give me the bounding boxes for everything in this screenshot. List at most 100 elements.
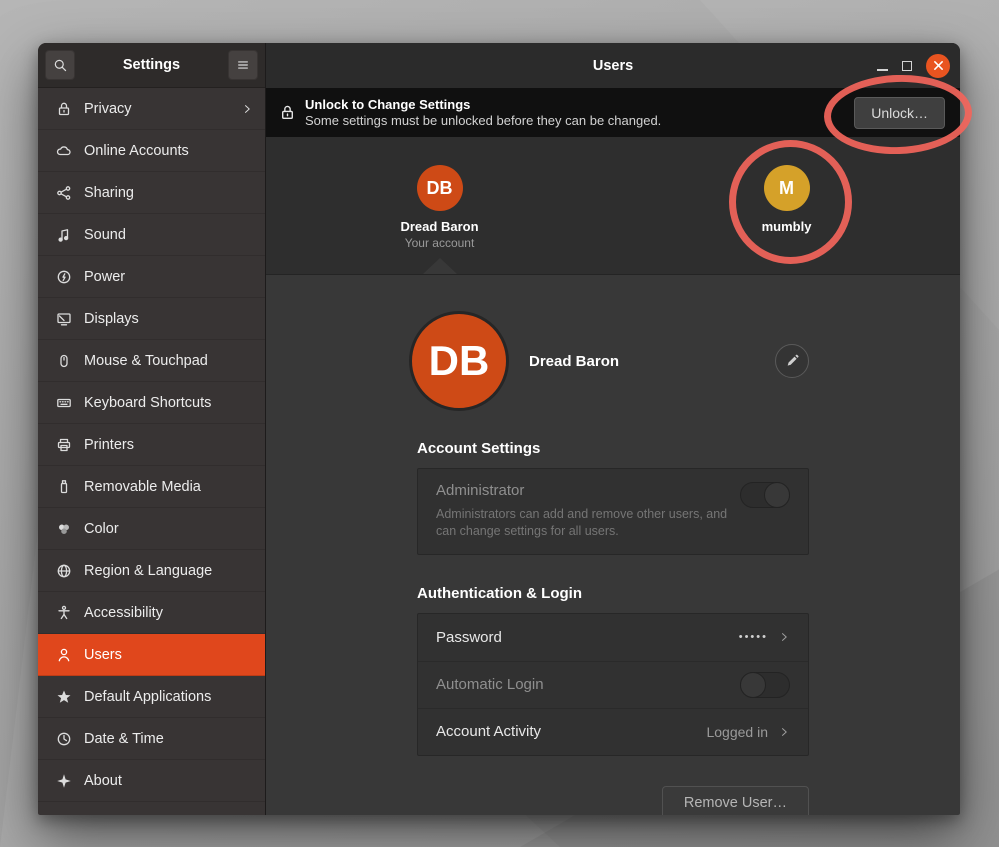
administrator-label: Administrator: [436, 482, 790, 499]
printer-icon: [56, 437, 72, 453]
sidebar: Settings Privacy Online Accounts S: [38, 43, 266, 815]
star-icon: [56, 689, 72, 705]
sidebar-item-label: Online Accounts: [84, 143, 253, 159]
clock-icon: [56, 731, 72, 747]
sidebar-item-label: Displays: [84, 311, 253, 327]
sidebar-item-accessibility[interactable]: Accessibility: [38, 592, 265, 634]
auth-login-card: Password ••••• Automatic Login Account A…: [417, 613, 809, 756]
close-button[interactable]: [926, 54, 950, 78]
account-activity-label: Account Activity: [436, 723, 706, 740]
profile-name: Dread Baron: [529, 353, 619, 370]
keyboard-icon: [56, 395, 72, 411]
automatic-login-row: Automatic Login: [418, 661, 808, 708]
administrator-description: Administrators can add and remove other …: [436, 506, 736, 540]
sidebar-item-label: Color: [84, 521, 253, 537]
maximize-button[interactable]: [902, 61, 912, 71]
auth-login-heading: Authentication & Login: [417, 585, 809, 602]
content-pane: Users Unlock to Change Settings Some set…: [266, 43, 960, 815]
profile-row: DB Dread Baron: [417, 311, 809, 411]
sidebar-item-label: About: [84, 773, 253, 789]
menu-button[interactable]: [228, 50, 258, 80]
administrator-toggle[interactable]: [740, 482, 790, 508]
sidebar-title: Settings: [123, 57, 180, 73]
settings-window: Settings Privacy Online Accounts S: [38, 43, 960, 815]
chevron-right-icon: [778, 631, 790, 643]
chevron-right-icon: [241, 103, 253, 115]
display-icon: [56, 311, 72, 327]
hamburger-icon: [236, 58, 250, 72]
sparkle-icon: [56, 773, 72, 789]
sidebar-item-label: Sharing: [84, 185, 253, 201]
sidebar-item-sound[interactable]: Sound: [38, 214, 265, 256]
unlock-banner-title: Unlock to Change Settings: [305, 97, 854, 112]
selected-user-arrow: [423, 258, 457, 274]
minimize-button[interactable]: [877, 60, 888, 71]
globe-icon: [56, 563, 72, 579]
sidebar-item-label: Users: [84, 647, 253, 663]
sidebar-item-privacy[interactable]: Privacy: [38, 88, 265, 130]
music-note-icon: [56, 227, 72, 243]
carousel-user-subtitle: Your account: [405, 236, 475, 250]
carousel-user-mumbly[interactable]: M mumbly: [613, 137, 960, 274]
administrator-row: Administrator Administrators can add and…: [418, 469, 808, 554]
account-activity-row[interactable]: Account Activity Logged in: [418, 708, 808, 755]
automatic-login-label: Automatic Login: [436, 676, 740, 693]
carousel-user-dread-baron[interactable]: DB Dread Baron Your account: [266, 137, 613, 274]
users-icon: [56, 647, 72, 663]
power-icon: [56, 269, 72, 285]
sidebar-item-label: Default Applications: [84, 689, 253, 705]
close-icon: [933, 60, 944, 71]
sidebar-list: Privacy Online Accounts Sharing Sound: [38, 88, 265, 815]
sidebar-item-label: Mouse & Touchpad: [84, 353, 253, 369]
automatic-login-toggle[interactable]: [740, 672, 790, 698]
sidebar-item-displays[interactable]: Displays: [38, 298, 265, 340]
unlock-banner-text: Unlock to Change Settings Some settings …: [305, 97, 854, 128]
unlock-button[interactable]: Unlock…: [854, 97, 945, 129]
search-button[interactable]: [45, 50, 75, 80]
color-icon: [56, 521, 72, 537]
sidebar-item-sharing[interactable]: Sharing: [38, 172, 265, 214]
account-settings-heading: Account Settings: [417, 440, 809, 457]
profile-avatar[interactable]: DB: [409, 311, 509, 411]
toggle-knob: [764, 482, 790, 508]
titlebar[interactable]: Users: [266, 43, 960, 88]
sidebar-item-removable-media[interactable]: Removable Media: [38, 466, 265, 508]
sidebar-item-label: Accessibility: [84, 605, 253, 621]
unlock-banner-subtitle: Some settings must be unlocked before th…: [305, 113, 854, 128]
sidebar-item-about[interactable]: About: [38, 760, 265, 802]
sidebar-item-power[interactable]: Power: [38, 256, 265, 298]
remove-user-button[interactable]: Remove User…: [662, 786, 809, 815]
accessibility-icon: [56, 605, 72, 621]
lock-icon: [279, 104, 296, 121]
password-row[interactable]: Password •••••: [418, 614, 808, 661]
mouse-icon: [56, 353, 72, 369]
account-settings-card: Administrator Administrators can add and…: [417, 468, 809, 555]
sidebar-item-region-language[interactable]: Region & Language: [38, 550, 265, 592]
pencil-icon: [785, 354, 800, 369]
sidebar-header: Settings: [38, 43, 265, 88]
user-carousel: DB Dread Baron Your account M mumbly: [266, 137, 960, 275]
search-icon: [53, 58, 68, 73]
edit-name-button[interactable]: [775, 344, 809, 378]
share-icon: [56, 185, 72, 201]
toggle-knob: [740, 672, 766, 698]
sidebar-item-date-time[interactable]: Date & Time: [38, 718, 265, 760]
sidebar-item-keyboard-shortcuts[interactable]: Keyboard Shortcuts: [38, 382, 265, 424]
cloud-icon: [56, 143, 72, 159]
carousel-user-name: mumbly: [762, 219, 812, 234]
window-controls: [877, 54, 950, 78]
sidebar-item-label: Date & Time: [84, 731, 253, 747]
sidebar-item-label: Keyboard Shortcuts: [84, 395, 253, 411]
sidebar-item-default-applications[interactable]: Default Applications: [38, 676, 265, 718]
unlock-banner: Unlock to Change Settings Some settings …: [266, 88, 960, 137]
avatar: DB: [417, 165, 463, 211]
sidebar-item-users[interactable]: Users: [38, 634, 265, 676]
removable-media-icon: [56, 479, 72, 495]
sidebar-item-printers[interactable]: Printers: [38, 424, 265, 466]
sidebar-item-color[interactable]: Color: [38, 508, 265, 550]
sidebar-item-label: Sound: [84, 227, 253, 243]
sidebar-item-label: Power: [84, 269, 253, 285]
sidebar-item-mouse-touchpad[interactable]: Mouse & Touchpad: [38, 340, 265, 382]
lock-icon: [56, 101, 72, 117]
sidebar-item-online-accounts[interactable]: Online Accounts: [38, 130, 265, 172]
